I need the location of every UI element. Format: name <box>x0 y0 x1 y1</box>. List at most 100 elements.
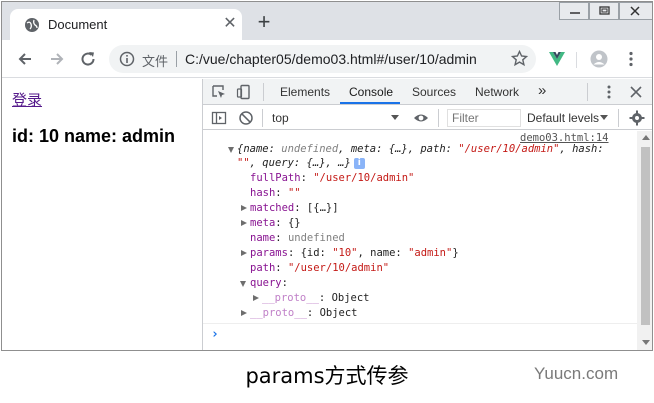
scroll-up-icon[interactable] <box>642 135 650 140</box>
tab-strip: Document ✕ + <box>2 2 652 40</box>
property-row[interactable]: query: <box>250 277 288 289</box>
devtools-separator <box>263 83 264 101</box>
devtools-menu-icon[interactable] <box>601 84 617 100</box>
device-toolbar-icon[interactable] <box>236 84 252 100</box>
property-row[interactable]: params: {id: "10", name: "admin"} <box>250 247 459 259</box>
more-tabs-icon[interactable]: » <box>538 82 546 99</box>
console-scrollbar[interactable] <box>637 131 652 350</box>
browser-window: Document ✕ + 文件 C:/vue/chapter05/demo03.… <box>1 1 653 351</box>
console-output: demo03.html:14 {name: undefined, meta: {… <box>203 131 637 350</box>
reload-icon[interactable] <box>79 50 97 68</box>
property-value: {id: <box>300 247 333 259</box>
maximize-button[interactable] <box>589 2 619 20</box>
devtools-separator <box>587 83 588 101</box>
expand-triangle-icon[interactable] <box>241 220 247 226</box>
summary-text: , meta: {…}, path: <box>338 143 459 155</box>
watermark: Yuucn.com <box>534 364 619 383</box>
property-value: "" <box>287 187 301 199</box>
expand-triangle-icon[interactable] <box>241 310 247 316</box>
login-link[interactable]: 登录 <box>12 89 42 110</box>
collapse-triangle-icon[interactable] <box>228 147 234 153</box>
property-value: "10" <box>332 247 358 259</box>
console-prompt[interactable]: › <box>211 327 219 342</box>
info-icon[interactable] <box>119 51 135 67</box>
devtools-separator <box>262 109 263 127</box>
forward-icon[interactable] <box>48 50 66 68</box>
scroll-thumb[interactable] <box>641 147 650 325</box>
page-viewport: 登录 id: 10 name: admin <box>2 79 202 350</box>
chevron-down-icon[interactable] <box>391 115 399 120</box>
property-key: params <box>250 247 288 259</box>
property-value: } <box>452 247 459 259</box>
menu-kebab-icon[interactable] <box>622 50 640 68</box>
inspect-element-icon[interactable] <box>211 84 227 100</box>
chevron-down-icon[interactable] <box>600 115 608 120</box>
tab-elements[interactable]: Elements <box>280 85 330 99</box>
property-row[interactable]: matched: [{…}] <box>250 202 339 214</box>
active-tab-indicator <box>340 102 400 104</box>
property-key: name <box>250 232 276 244</box>
tab-close-icon[interactable]: ✕ <box>222 15 238 33</box>
console-toolbar: top Default levels <box>203 106 652 130</box>
property-row: name: undefined <box>250 232 345 244</box>
property-key: __proto__ <box>250 307 307 319</box>
tab-network[interactable]: Network <box>475 85 519 99</box>
property-value: Object <box>319 307 358 319</box>
property-row[interactable]: __proto__: Object <box>250 307 358 319</box>
property-row[interactable]: __proto__: Object <box>262 292 370 304</box>
scroll-down-icon[interactable] <box>642 340 650 345</box>
property-key: path <box>250 262 276 274</box>
property-key: hash <box>250 187 276 199</box>
property-key: query <box>250 277 282 289</box>
devtools-panel: Elements Console Sources Network » top F… <box>202 79 652 350</box>
property-row[interactable]: meta: {} <box>250 217 301 229</box>
property-key: fullPath <box>250 172 301 184</box>
browser-tab[interactable]: Document ✕ <box>10 9 242 40</box>
clear-console-icon[interactable] <box>238 110 254 126</box>
property-value: "/user/10/admin" <box>287 262 390 274</box>
close-window-button[interactable] <box>619 2 652 20</box>
devtools-separator <box>438 109 439 127</box>
minimize-button[interactable] <box>559 2 589 20</box>
tab-console[interactable]: Console <box>349 85 393 99</box>
property-row: hash: "" <box>250 187 301 199</box>
summary-value: undefined <box>281 143 339 155</box>
browser-toolbar: 文件 C:/vue/chapter05/demo03.html#/user/10… <box>2 40 652 78</box>
summary-text: {name: <box>237 143 282 155</box>
prompt-separator <box>203 323 637 324</box>
eye-icon[interactable] <box>413 110 429 126</box>
info-badge-icon[interactable]: i <box>353 157 365 169</box>
console-filter-input[interactable] <box>447 109 521 127</box>
property-value: "/user/10/admin" <box>313 172 415 184</box>
tab-sources[interactable]: Sources <box>412 85 456 99</box>
summary-text: , hash: <box>559 143 604 155</box>
context-select[interactable]: top <box>272 111 289 125</box>
log-levels-select[interactable]: Default levels <box>527 111 599 125</box>
close-devtools-icon[interactable] <box>628 84 644 100</box>
sidebar-toggle-icon[interactable] <box>211 110 227 126</box>
property-row: path: "/user/10/admin" <box>250 262 390 274</box>
url-text[interactable]: C:/vue/chapter05/demo03.html#/user/10/ad… <box>185 51 477 67</box>
back-icon[interactable] <box>16 50 34 68</box>
object-summary-line[interactable]: {name: undefined, meta: {…}, path: "/use… <box>237 143 604 155</box>
vue-devtools-icon[interactable] <box>548 50 566 68</box>
bookmark-star-icon[interactable] <box>511 50 528 67</box>
new-tab-button[interactable]: + <box>253 11 275 34</box>
summary-value: "/user/10/admin" <box>458 143 560 155</box>
expand-triangle-icon[interactable] <box>253 295 259 301</box>
expand-triangle-icon[interactable] <box>241 250 247 256</box>
devtools-tab-bar: Elements Console Sources Network » <box>203 79 652 105</box>
profile-avatar-icon[interactable] <box>590 50 608 68</box>
property-row: fullPath: "/user/10/admin" <box>250 172 415 184</box>
gear-icon[interactable] <box>629 110 645 126</box>
address-bar[interactable]: 文件 C:/vue/chapter05/demo03.html#/user/10… <box>109 45 536 73</box>
collapse-triangle-icon[interactable] <box>240 281 246 287</box>
devtools-separator <box>618 109 619 127</box>
object-summary-line[interactable]: "", query: {…}, …} i <box>237 157 365 169</box>
expand-triangle-icon[interactable] <box>241 205 247 211</box>
page-heading: id: 10 name: admin <box>12 126 176 146</box>
property-key: __proto__ <box>262 292 319 304</box>
close-icon <box>630 6 640 16</box>
property-value: , name: <box>357 247 409 259</box>
scheme-label: 文件 <box>142 55 169 70</box>
